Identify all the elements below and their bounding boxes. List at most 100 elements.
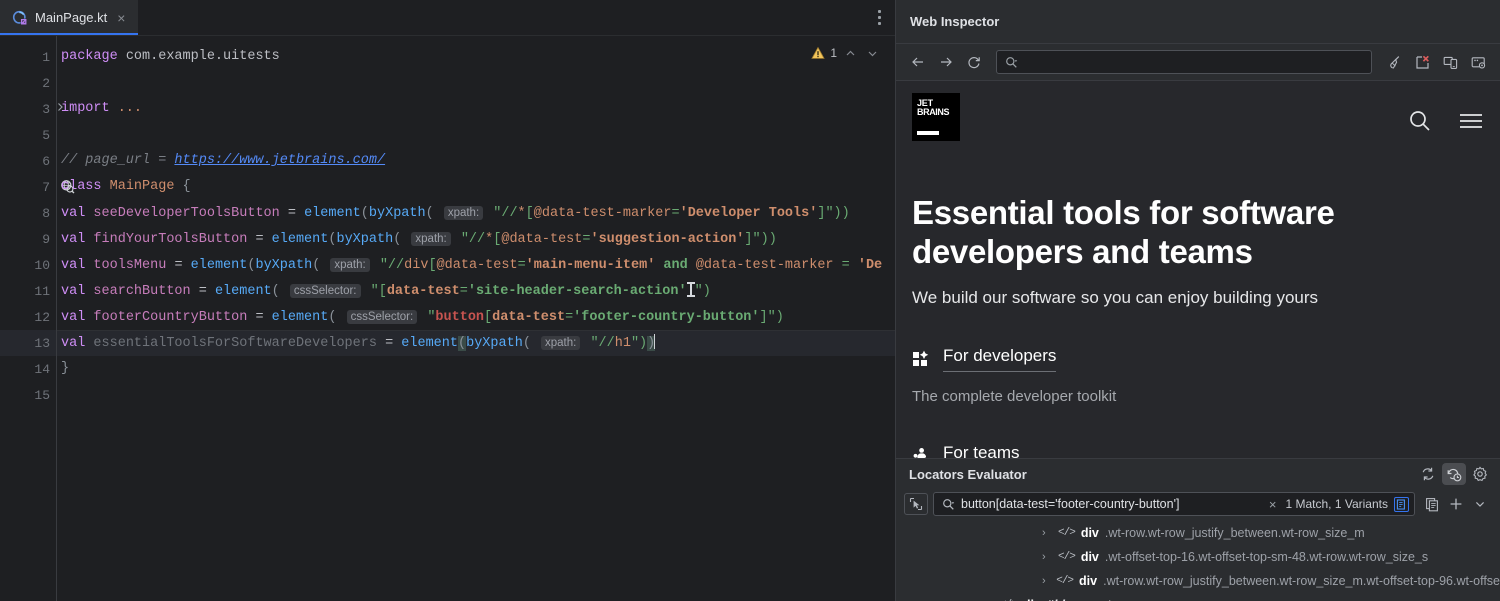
chevron-down-icon[interactable] xyxy=(1468,493,1492,515)
gutter-line-12: 12 xyxy=(0,304,56,330)
gutter-line-1: 1 xyxy=(0,44,56,70)
param-hint: xpath: xyxy=(541,336,580,350)
code-line-9: val findYourToolsButton = element(byXpat… xyxy=(57,226,895,252)
dom-tag-name: div xyxy=(1081,526,1099,540)
dom-tree[interactable]: › </> div .wt-row.wt-row_justify_between… xyxy=(896,519,1500,601)
copy-icon[interactable] xyxy=(1420,493,1444,515)
locator-input[interactable] xyxy=(961,497,1260,511)
locators-header-buttons xyxy=(1416,463,1492,485)
param-hint: cssSelector: xyxy=(347,310,418,324)
text-cursor xyxy=(687,282,695,297)
browser-page-view: JET BRAINS xyxy=(896,81,1500,458)
caret xyxy=(654,334,655,349)
chevron-right-icon[interactable]: › xyxy=(1042,551,1052,563)
logo-bar xyxy=(917,131,939,135)
code-text-area[interactable]: package com.example.uitests import ... /… xyxy=(57,36,895,601)
browser-toolbar xyxy=(896,44,1500,81)
app-root: MainPage.kt × 1 2 3 5 6 7 xyxy=(0,0,1500,601)
code-line-6: // page_url = https://www.jetbrains.com/ xyxy=(57,148,895,174)
code-line-1: package com.example.uitests xyxy=(57,44,895,70)
locator-bar-buttons xyxy=(1420,493,1492,515)
dom-tree-row[interactable]: › </> div #blog-posts xyxy=(896,593,1500,601)
logo-line-2: BRAINS xyxy=(917,108,955,117)
site-header: JET BRAINS xyxy=(912,81,1484,141)
gutter-line-5: 5 xyxy=(0,122,56,148)
code-editor-pane: MainPage.kt × 1 2 3 5 6 7 xyxy=(0,0,895,601)
category-for-teams[interactable]: For teams xyxy=(912,443,1484,458)
code-line-13: val essentialToolsForSoftwareDevelopers … xyxy=(57,330,895,356)
web-inspector-panel: Web Inspector xyxy=(895,0,1500,601)
page-subtitle: We build our software so you can enjoy b… xyxy=(912,288,1484,308)
locators-header: Locators Evaluator xyxy=(896,459,1500,489)
code-line-14: } xyxy=(57,356,895,382)
search-icon xyxy=(1005,56,1018,69)
refresh-button[interactable] xyxy=(1416,463,1440,485)
device-settings-icon[interactable] xyxy=(1466,50,1490,74)
dom-tree-row[interactable]: › </> div .wt-row.wt-row_justify_between… xyxy=(896,521,1500,545)
gutter-line-3: 3 xyxy=(0,96,56,122)
code-line-10: val toolsMenu = element(byXpath( xpath: … xyxy=(57,252,895,278)
people-icon xyxy=(912,447,930,458)
editor-body: 1 2 3 5 6 7 xyxy=(0,36,895,601)
category-description: The complete developer toolkit xyxy=(912,388,1484,405)
warning-icon xyxy=(811,46,825,60)
category-title: For teams xyxy=(943,443,1020,458)
chevron-right-icon[interactable]: › xyxy=(1042,575,1050,587)
jetbrains-logo[interactable]: JET BRAINS xyxy=(912,93,960,141)
chevron-right-icon[interactable]: › xyxy=(1042,527,1052,539)
blocks-icon xyxy=(912,350,930,368)
site-search-icon[interactable] xyxy=(1408,109,1432,133)
url-bar[interactable] xyxy=(996,50,1372,74)
locators-title: Locators Evaluator xyxy=(909,467,1416,482)
code-line-15 xyxy=(57,382,895,408)
close-icon[interactable]: × xyxy=(114,9,128,27)
back-arrow-icon[interactable] xyxy=(906,50,930,74)
editor-tab-label: MainPage.kt xyxy=(35,10,107,25)
page-url-link[interactable]: https://www.jetbrains.com/ xyxy=(174,153,385,168)
plus-icon[interactable] xyxy=(1444,493,1468,515)
gutter-line-14: 14 xyxy=(0,356,56,382)
param-hint: xpath: xyxy=(330,258,369,272)
broom-icon[interactable] xyxy=(1382,50,1406,74)
category-header: For developers xyxy=(912,346,1484,372)
code-line-7: class MainPage { xyxy=(57,174,895,200)
gutter-line-7: 7 xyxy=(0,174,56,200)
param-hint: xpath: xyxy=(411,232,450,246)
param-hint: cssSelector: xyxy=(290,284,361,298)
element-picker-icon[interactable] xyxy=(904,493,928,515)
dom-classes: .wt-row.wt-row_justify_between.wt-row_si… xyxy=(1103,574,1500,588)
code-brackets-icon: </> xyxy=(1058,527,1075,539)
editor-tabbar: MainPage.kt × xyxy=(0,0,895,36)
site-header-actions xyxy=(1408,93,1484,133)
device-toolbar-icon[interactable] xyxy=(1438,50,1462,74)
hamburger-menu-icon[interactable] xyxy=(1458,111,1484,131)
param-hint: xpath: xyxy=(444,206,483,220)
locator-input-field[interactable]: × 1 Match, 1 Variants xyxy=(933,492,1415,516)
match-count-label: 1 Match, 1 Variants xyxy=(1286,497,1389,511)
code-brackets-icon: </> xyxy=(1056,575,1073,587)
category-for-developers[interactable]: For developers The complete developer to… xyxy=(912,346,1484,405)
reload-icon[interactable] xyxy=(962,50,986,74)
chevron-up-icon[interactable] xyxy=(842,48,859,59)
gutter-line-9: 9 xyxy=(0,226,56,252)
url-input[interactable] xyxy=(1022,55,1363,69)
variants-icon[interactable] xyxy=(1394,497,1409,512)
chevron-down-icon[interactable] xyxy=(864,48,881,59)
category-title: For developers xyxy=(943,346,1056,372)
editor-options-button[interactable] xyxy=(878,0,881,35)
gutter-line-2: 2 xyxy=(0,70,56,96)
dom-tree-row[interactable]: › </> div .wt-offset-top-16.wt-offset-to… xyxy=(896,545,1500,569)
forward-arrow-icon[interactable] xyxy=(934,50,958,74)
console-error-icon[interactable] xyxy=(1410,50,1434,74)
clear-icon[interactable]: × xyxy=(1266,497,1280,512)
category-header: For teams xyxy=(912,443,1484,458)
dom-tag-name: div xyxy=(1081,550,1099,564)
warning-count: 1 xyxy=(830,46,837,60)
dom-tree-row[interactable]: › </> div .wt-row.wt-row_justify_between… xyxy=(896,569,1500,593)
gear-icon[interactable] xyxy=(1468,463,1492,485)
inspection-widget[interactable]: 1 xyxy=(811,46,881,60)
editor-gutter[interactable]: 1 2 3 5 6 7 xyxy=(0,36,57,601)
locators-evaluator-panel: Locators Evaluator xyxy=(896,458,1500,601)
editor-tab-mainpage[interactable]: MainPage.kt × xyxy=(0,0,138,35)
refresh-on-change-button[interactable] xyxy=(1442,463,1466,485)
